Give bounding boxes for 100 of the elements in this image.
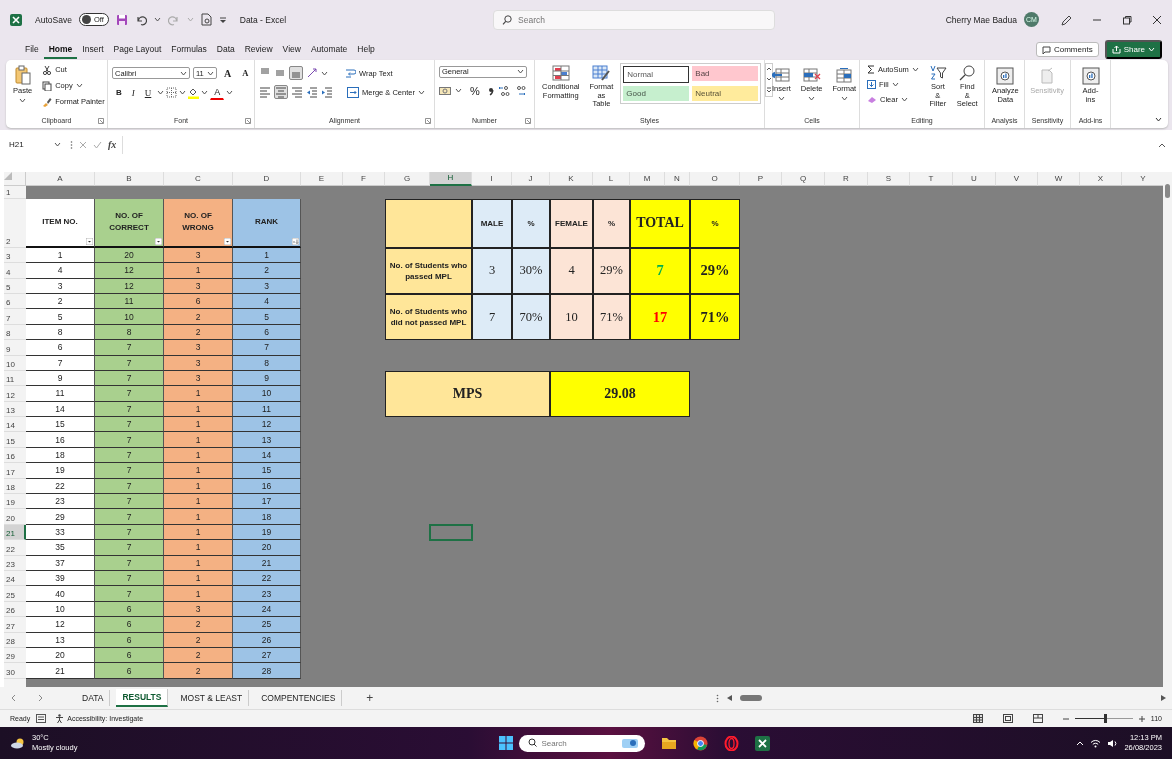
sheet-tab[interactable]: RESULTS bbox=[116, 689, 169, 708]
taskbar-search-field[interactable]: Search bbox=[519, 734, 646, 752]
table-cell: 1 bbox=[164, 494, 233, 510]
comments-button[interactable]: Comments bbox=[1035, 42, 1099, 58]
italic-button[interactable]: I bbox=[127, 85, 139, 100]
conditional-formatting-icon bbox=[551, 64, 570, 81]
ribbon-tab[interactable]: File bbox=[20, 40, 44, 59]
horizontal-align-button[interactable] bbox=[259, 86, 271, 99]
caret-icon bbox=[19, 97, 27, 103]
increase-font-size-button[interactable]: A bbox=[220, 65, 236, 81]
previous-sheet-icon bbox=[10, 694, 16, 703]
ribbon-tab[interactable]: Review bbox=[239, 40, 278, 59]
table-cell: 2 bbox=[164, 309, 233, 325]
cells-grid-icon bbox=[802, 67, 821, 83]
insert-function-button[interactable]: fx bbox=[108, 139, 117, 151]
eraser-icon bbox=[867, 94, 877, 104]
align-lines-icon bbox=[275, 86, 287, 99]
redo-icon bbox=[167, 13, 180, 26]
ribbon-tab[interactable]: Automate bbox=[305, 40, 353, 59]
table-cell: 15 bbox=[233, 463, 301, 479]
table-cell: 10 bbox=[550, 293, 593, 341]
table-cell: 3 bbox=[472, 247, 512, 294]
vertical-scrollbar[interactable] bbox=[1163, 171, 1172, 688]
share-button[interactable]: Share bbox=[1104, 40, 1162, 60]
filter-dropdown-icon bbox=[224, 237, 231, 245]
table-cell: 71% bbox=[593, 293, 630, 341]
table-cell: 7 bbox=[95, 494, 164, 510]
decrease-font-size-button[interactable]: A bbox=[238, 66, 253, 81]
underline-button[interactable]: U bbox=[140, 85, 156, 100]
search-icon bbox=[528, 738, 538, 747]
table-cell: 10 bbox=[233, 386, 301, 402]
cell-style-option[interactable]: Neutral bbox=[692, 85, 759, 101]
customize-menu-icon bbox=[218, 15, 227, 24]
horizontal-align-button[interactable] bbox=[291, 86, 303, 99]
horizontal-align-button[interactable] bbox=[274, 85, 288, 100]
sort-filter-icon bbox=[928, 64, 947, 81]
text-orientation-icon bbox=[306, 67, 318, 80]
font-color-button[interactable]: A bbox=[210, 85, 225, 100]
spreadsheet-app-icon bbox=[10, 13, 22, 26]
cell-style-option[interactable]: Bad bbox=[692, 65, 759, 81]
search-field[interactable]: Search bbox=[493, 9, 776, 30]
folder-icon bbox=[661, 736, 678, 750]
mps-label: MPS bbox=[385, 370, 550, 418]
table-cell: 5 bbox=[26, 309, 95, 325]
increase-decimal-icon bbox=[497, 84, 510, 97]
search-icon bbox=[502, 14, 513, 25]
caret-icon bbox=[808, 95, 816, 101]
select-all-icon bbox=[4, 171, 12, 180]
table-cell: 13 bbox=[233, 432, 301, 448]
add-sheet-button[interactable]: + bbox=[360, 690, 380, 707]
table-cell: 7 bbox=[233, 340, 301, 356]
selected-cell[interactable] bbox=[429, 523, 473, 542]
table-cell: 5 bbox=[233, 309, 301, 325]
table-cell: 7 bbox=[95, 432, 164, 448]
table-cell: 1 bbox=[164, 463, 233, 479]
ribbon-tab[interactable]: Formulas bbox=[166, 40, 212, 59]
table-cell: 17 bbox=[630, 293, 690, 341]
ribbon-tab[interactable]: View bbox=[277, 40, 306, 59]
vertical-align-button[interactable] bbox=[289, 66, 303, 81]
enter-icon bbox=[93, 140, 102, 149]
caret-icon bbox=[840, 95, 848, 101]
bold-button[interactable]: B bbox=[112, 86, 126, 100]
table-cell: 20 bbox=[233, 540, 301, 556]
caret-icon bbox=[54, 142, 61, 148]
ribbon-tab[interactable]: Insert bbox=[77, 40, 109, 59]
paintbrush-icon bbox=[42, 96, 53, 107]
percent-style-button[interactable]: % bbox=[466, 82, 484, 99]
wifi-icon bbox=[1090, 738, 1102, 748]
more-options-icon bbox=[70, 139, 73, 150]
ribbon-tab[interactable]: Home bbox=[43, 40, 78, 59]
row-label: No. of Students who passed MPL bbox=[385, 247, 472, 294]
sheet-tab[interactable]: DATA bbox=[76, 690, 111, 707]
table-cell: 28 bbox=[233, 663, 301, 679]
ribbon-tab[interactable]: Help bbox=[352, 40, 380, 59]
table-cell: 1 bbox=[164, 263, 233, 279]
table-cell: 7 bbox=[95, 386, 164, 402]
caret-icon bbox=[517, 69, 524, 75]
autosave-label: AutoSave bbox=[35, 14, 72, 25]
caret-icon bbox=[180, 70, 187, 76]
sheet-tab[interactable]: COMPENTENCIES bbox=[255, 690, 343, 707]
align-lines-icon bbox=[259, 86, 271, 99]
ribbon-tab[interactable]: Data bbox=[211, 40, 240, 59]
column-heading: ITEM NO. bbox=[26, 198, 95, 248]
table-cell: 2 bbox=[164, 617, 233, 633]
magnifier-icon bbox=[959, 64, 976, 81]
ribbon-tab[interactable]: Page Layout bbox=[108, 40, 167, 59]
comma-style-icon bbox=[487, 85, 494, 96]
column-heading: % bbox=[512, 198, 550, 248]
name-box[interactable]: H21 bbox=[6, 136, 64, 153]
cell-style-option[interactable]: Good bbox=[623, 85, 690, 101]
table-cell: 70% bbox=[512, 293, 550, 341]
horizontal-scrollbar-thumb[interactable] bbox=[740, 695, 762, 702]
windows-start-icon bbox=[499, 736, 514, 750]
table-cell: 29% bbox=[593, 247, 630, 294]
dialog-launcher-icon bbox=[425, 117, 431, 124]
sheet-tab[interactable]: MOST & LEAST bbox=[174, 690, 250, 707]
save-icon bbox=[115, 13, 128, 26]
table-cell: 11 bbox=[26, 386, 95, 402]
table-cell: 7 bbox=[95, 417, 164, 433]
cell-style-option[interactable]: Normal bbox=[623, 65, 690, 83]
